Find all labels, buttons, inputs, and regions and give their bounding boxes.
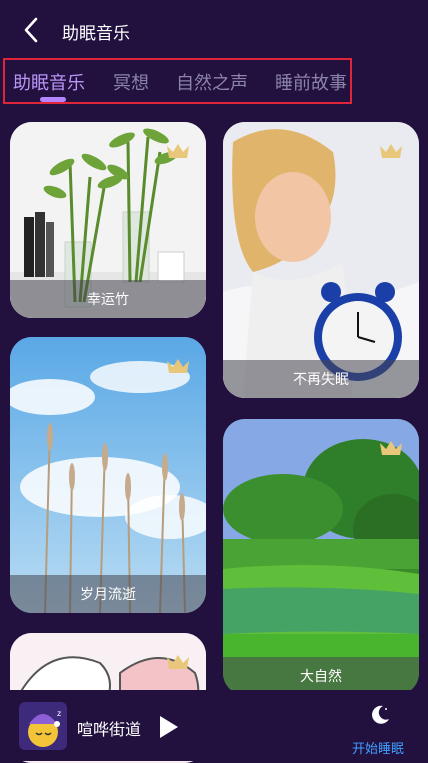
premium-crown-icon [380,441,402,455]
card-label: 岁月流逝 [10,575,206,613]
premium-crown-icon [167,655,189,669]
tab-nature-sounds[interactable]: 自然之声 [176,69,248,95]
song-title: 喧哗街道 [77,720,142,739]
card-no-more-insomnia[interactable]: 不再失眠 [223,122,419,398]
premium-crown-icon [167,144,189,158]
card-passing-years[interactable]: 岁月流逝 [10,337,206,613]
header: 助眠音乐 [0,0,428,60]
insomnia-image [223,122,419,398]
nature-image [223,419,419,695]
now-playing-thumbnail[interactable]: z [19,702,67,750]
card-label: 幸运竹 [10,280,206,318]
sleeping-moon-icon: z [19,702,67,750]
start-sleep-button[interactable]: 开始睡眠 [352,738,404,757]
tab-bedtime-stories[interactable]: 睡前故事 [275,69,347,95]
tab-sleep-music[interactable]: 助眠音乐 [13,69,85,95]
card-nature[interactable]: 大自然 [223,419,419,695]
moon-icon[interactable] [369,704,391,726]
back-arrow-icon[interactable] [20,16,44,44]
tab-meditation[interactable]: 冥想 [113,69,149,95]
svg-text:z: z [57,709,61,718]
bottom-player-bar: z 喧哗街道 开始睡眠 [0,690,428,761]
play-icon[interactable] [158,714,180,740]
page-title: 助眠音乐 [62,24,130,44]
premium-crown-icon [380,144,402,158]
premium-crown-icon [167,359,189,373]
category-tabs: 助眠音乐 冥想 自然之声 睡前故事 [3,58,352,104]
active-tab-indicator [40,97,66,102]
card-lucky-bamboo[interactable]: 幸运竹 [10,122,206,318]
sky-reeds-image [10,337,206,613]
card-label: 不再失眠 [223,360,419,398]
